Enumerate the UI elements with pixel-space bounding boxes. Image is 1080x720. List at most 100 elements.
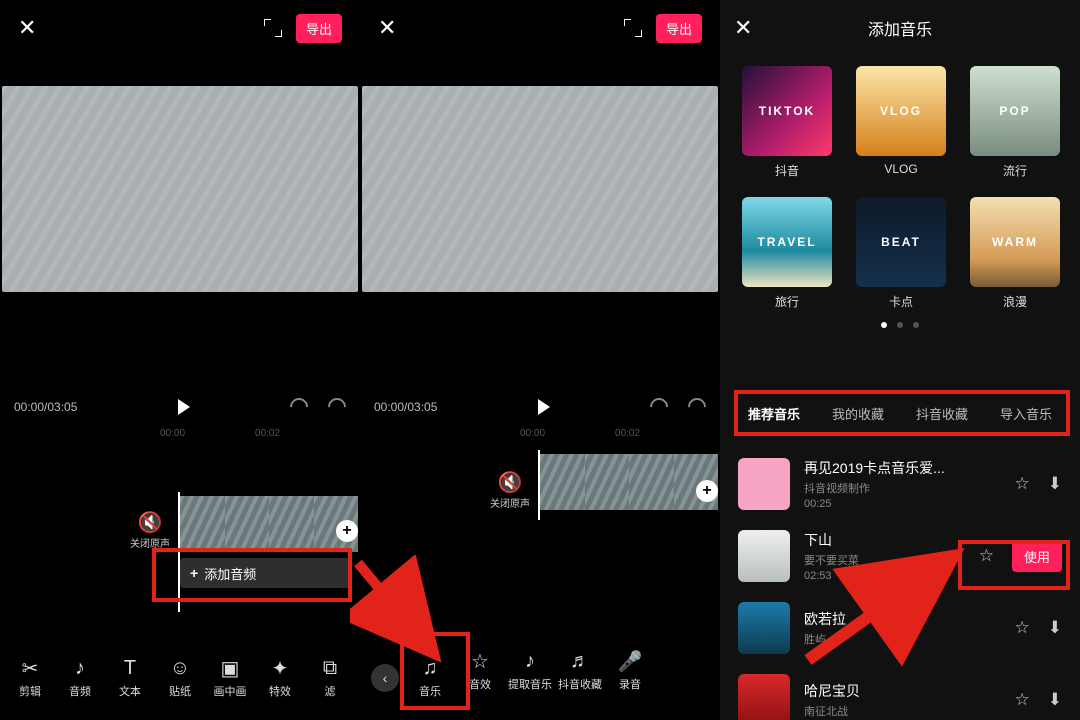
add-audio-button[interactable]: + 添加音频	[180, 558, 350, 588]
song-actions: ☆⬇	[1015, 474, 1063, 494]
category-卡点[interactable]: BEAT卡点	[856, 197, 946, 310]
category-label: 旅行	[775, 293, 799, 310]
song-cover	[738, 602, 790, 654]
close-icon[interactable]: ✕	[378, 15, 396, 41]
export-button[interactable]: 导出	[656, 14, 702, 43]
download-icon[interactable]: ⬇	[1048, 474, 1062, 494]
toolbar-item-画中画[interactable]: ▣画中画	[208, 657, 252, 699]
toolbar-item-音乐[interactable]: ♫音乐	[408, 650, 452, 706]
speaker-icon: 🔇	[130, 510, 170, 535]
video-preview[interactable]	[362, 86, 718, 292]
category-VLOG[interactable]: VLOGVLOG	[856, 66, 946, 179]
song-row[interactable]: 欧若拉胜屿☆⬇	[720, 592, 1080, 664]
tool-label: 音效	[469, 676, 491, 692]
song-artist: 要不要买菜	[804, 552, 965, 568]
music-tab-导入音乐[interactable]: 导入音乐	[1000, 404, 1052, 423]
toolbar-item-提取音乐[interactable]: ♪提取音乐	[508, 650, 552, 706]
category-grid: TIKTOK抖音 VLOGVLOG POP流行 TRAVEL旅行 BEAT卡点 WARM浪…	[720, 56, 1080, 318]
category-流行[interactable]: POP流行	[970, 66, 1060, 179]
tool-label: 文本	[119, 683, 141, 699]
toolbar-item-文本[interactable]: T文本	[108, 657, 152, 699]
timeline-area: 🔇 关闭原声 + + 添加音频	[0, 450, 360, 610]
time-bar: 00:00/03:05	[360, 392, 720, 422]
song-info: 再见2019卡点音乐爱...抖音视频制作00:25	[804, 458, 1001, 510]
tool-label: 特效	[269, 683, 291, 699]
category-旅行[interactable]: TRAVEL旅行	[742, 197, 832, 310]
song-duration: 00:25	[804, 498, 1001, 510]
category-抖音[interactable]: TIKTOK抖音	[742, 66, 832, 179]
close-icon[interactable]: ✕	[18, 15, 36, 41]
song-row[interactable]: 下山要不要买菜02:53☆使用	[720, 520, 1080, 592]
toolbar-item-贴纸[interactable]: ☺贴纸	[158, 657, 202, 699]
redo-icon[interactable]	[324, 394, 349, 419]
toolbar-item-录音[interactable]: 🎤录音	[608, 650, 652, 706]
add-music-panel: ✕ 添加音乐 TIKTOK抖音 VLOGVLOG POP流行 TRAVEL旅行 BEAT…	[720, 0, 1080, 720]
category-浪漫[interactable]: WARM浪漫	[970, 197, 1060, 310]
tool-label: 画中画	[214, 683, 247, 699]
undo-icon[interactable]	[286, 394, 311, 419]
music-tab-我的收藏[interactable]: 我的收藏	[832, 404, 884, 423]
song-row[interactable]: 再见2019卡点音乐爱...抖音视频制作00:25☆⬇	[720, 448, 1080, 520]
download-icon[interactable]: ⬇	[1048, 690, 1062, 710]
mute-original-toggle[interactable]: 🔇 关闭原声	[130, 510, 170, 550]
music-tab-抖音收藏[interactable]: 抖音收藏	[916, 404, 968, 423]
clip-thumbnails[interactable]	[180, 496, 358, 552]
tool-label: 录音	[619, 676, 641, 692]
category-label: VLOG	[884, 162, 917, 176]
redo-icon[interactable]	[684, 394, 709, 419]
time-display: 00:00/03:05	[14, 400, 77, 414]
page-dots[interactable]	[720, 318, 1080, 336]
song-actions: ☆⬇	[1015, 618, 1063, 638]
play-icon[interactable]	[178, 399, 190, 415]
tool-icon: ☆	[471, 650, 489, 672]
star-icon[interactable]: ☆	[1015, 690, 1030, 710]
bottom-toolbar-audio: ‹ ♫音乐 ☆ 音效 ♪提取音乐♬抖音收藏🎤录音	[360, 646, 720, 710]
export-button[interactable]: 导出	[296, 14, 342, 43]
chevron-left-icon: ‹	[371, 664, 399, 692]
add-clip-button[interactable]: +	[336, 520, 358, 542]
tool-label: 滤	[325, 683, 336, 699]
fullscreen-icon[interactable]	[264, 19, 282, 37]
song-title: 欧若拉	[804, 609, 1001, 629]
toolbar-item-滤[interactable]: ⧉滤	[308, 657, 352, 699]
song-title: 再见2019卡点音乐爱...	[804, 458, 1001, 478]
mute-label: 关闭原声	[490, 499, 530, 510]
category-cover: WARM	[970, 197, 1060, 287]
toolbar-item-音频[interactable]: ♪音频	[58, 657, 102, 699]
video-preview[interactable]	[2, 86, 358, 292]
star-icon[interactable]: ☆	[979, 546, 994, 566]
toolbar-item-抖音收藏[interactable]: ♬抖音收藏	[558, 650, 602, 706]
editor-screen-1: ✕ 导出 00:00/03:05 00:00 00:02 🔇 关闭原声	[0, 0, 360, 720]
download-icon[interactable]: ⬇	[1048, 618, 1062, 638]
use-button[interactable]: 使用	[1012, 541, 1062, 572]
star-icon[interactable]: ☆	[1015, 474, 1030, 494]
song-row[interactable]: 哈尼宝贝南征北战☆⬇	[720, 664, 1080, 720]
back-button[interactable]: ‹	[368, 664, 402, 692]
undo-icon[interactable]	[646, 394, 671, 419]
category-label: 流行	[1003, 162, 1027, 179]
clip-thumbnails[interactable]	[540, 454, 718, 510]
tool-icon: ⧉	[323, 657, 337, 679]
music-tabs: 推荐音乐 我的收藏 抖音收藏 导入音乐	[732, 394, 1068, 432]
bottom-toolbar-main: ✂剪辑♪音频T文本☺贴纸▣画中画✦特效⧉滤	[0, 646, 360, 710]
add-clip-button[interactable]: +	[696, 480, 718, 502]
song-duration: 02:53	[804, 570, 965, 582]
music-tab-推荐音乐[interactable]: 推荐音乐	[748, 404, 800, 423]
panel-title: 添加音乐	[868, 16, 932, 40]
song-list[interactable]: 再见2019卡点音乐爱...抖音视频制作00:25☆⬇下山要不要买菜02:53☆…	[720, 448, 1080, 720]
tool-label: 剪辑	[19, 683, 41, 699]
category-label: 卡点	[889, 293, 913, 310]
tool-label: 贴纸	[169, 683, 191, 699]
toolbar-item-音效[interactable]: ☆ 音效	[458, 650, 502, 706]
close-icon[interactable]: ✕	[734, 15, 752, 41]
play-icon[interactable]	[538, 399, 550, 415]
mute-original-toggle[interactable]: 🔇 关闭原声	[490, 470, 530, 510]
star-icon[interactable]: ☆	[1015, 618, 1030, 638]
toolbar-item-剪辑[interactable]: ✂剪辑	[8, 657, 52, 699]
time-bar: 00:00/03:05	[0, 392, 360, 422]
fullscreen-icon[interactable]	[624, 19, 642, 37]
tool-label: 提取音乐	[508, 676, 552, 692]
toolbar-item-特效[interactable]: ✦特效	[258, 657, 302, 699]
song-actions: ☆ 使用	[979, 541, 1062, 572]
top-bar: ✕ 导出	[360, 0, 720, 56]
